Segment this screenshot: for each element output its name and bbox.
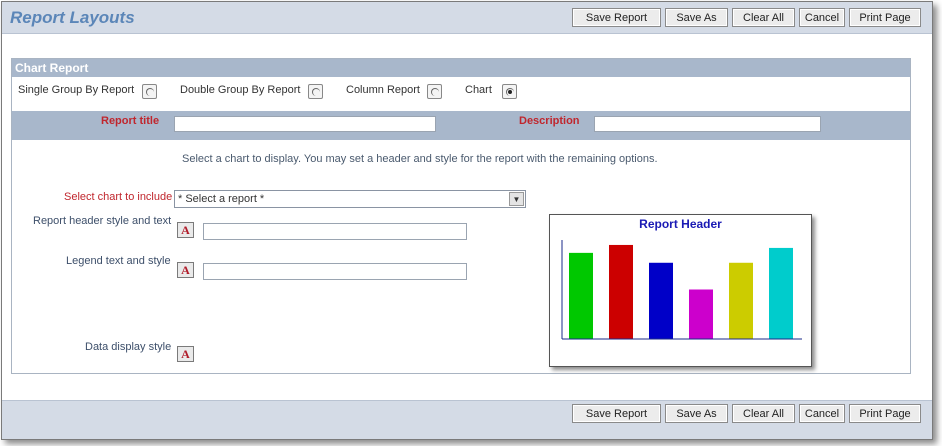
cancel-button-bottom[interactable]: Cancel [799, 404, 845, 423]
chevron-down-icon[interactable]: ▼ [509, 192, 524, 206]
top-toolbar: Report Layouts Save Report Save As Clear… [2, 2, 932, 34]
chart-bar [729, 262, 753, 339]
save-report-button[interactable]: Save Report [572, 8, 661, 27]
clear-all-button-bottom[interactable]: Clear All [732, 404, 795, 423]
radio-double-group[interactable] [308, 84, 323, 99]
chart-report-panel: Chart Report Single Group By Report Doub… [11, 58, 911, 374]
print-page-button[interactable]: Print Page [849, 8, 921, 27]
chart-preview: Report Header [549, 214, 812, 367]
radio-label-single-group: Single Group By Report [18, 84, 135, 96]
title-description-row: Report title Description [12, 111, 910, 140]
radio-column[interactable] [427, 84, 442, 99]
chart-bar [649, 262, 673, 339]
data-display-label: Data display style [85, 341, 172, 353]
description-input[interactable] [594, 116, 821, 132]
instructions-text: Select a chart to display. You may set a… [182, 153, 658, 165]
save-as-button[interactable]: Save As [665, 8, 728, 27]
radio-label-column: Column Report [346, 84, 420, 96]
description-label: Description [519, 115, 580, 127]
chart-bar [769, 247, 793, 339]
legend-label: Legend text and style [66, 255, 171, 267]
header-font-style-icon[interactable]: A [177, 222, 194, 238]
cancel-button[interactable]: Cancel [799, 8, 845, 27]
legend-input[interactable] [203, 263, 467, 280]
section-header: Chart Report [12, 59, 910, 77]
report-layouts-window: Report Layouts Save Report Save As Clear… [1, 1, 933, 440]
report-title-label: Report title [101, 115, 160, 127]
data-display-font-style-icon[interactable]: A [177, 346, 194, 362]
report-title-input[interactable] [174, 116, 436, 132]
chart-bar [569, 252, 593, 339]
radio-chart[interactable] [502, 84, 517, 99]
chart-bar [689, 289, 713, 339]
save-report-button-bottom[interactable]: Save Report [572, 404, 661, 423]
save-as-button-bottom[interactable]: Save As [665, 404, 728, 423]
bottom-toolbar: Save Report Save As Clear All Cancel Pri… [2, 400, 932, 439]
chart-select-value: * Select a report * [178, 193, 265, 205]
report-type-row: Single Group By Report Double Group By R… [12, 77, 910, 111]
page-title: Report Layouts [10, 8, 135, 27]
print-page-button-bottom[interactable]: Print Page [849, 404, 921, 423]
report-header-label: Report header style and text [33, 215, 172, 227]
clear-all-button[interactable]: Clear All [732, 8, 795, 27]
radio-label-double-group: Double Group By Report [180, 84, 301, 96]
chart-bar [609, 244, 633, 339]
preview-bar-chart [561, 240, 802, 340]
report-header-input[interactable] [203, 223, 467, 240]
radio-single-group[interactable] [142, 84, 157, 99]
radio-label-chart: Chart [465, 84, 492, 96]
legend-font-style-icon[interactable]: A [177, 262, 194, 278]
section-title: Chart Report [15, 61, 89, 75]
chart-select[interactable]: * Select a report * ▼ [174, 190, 526, 208]
select-chart-label: Select chart to include [64, 191, 173, 203]
